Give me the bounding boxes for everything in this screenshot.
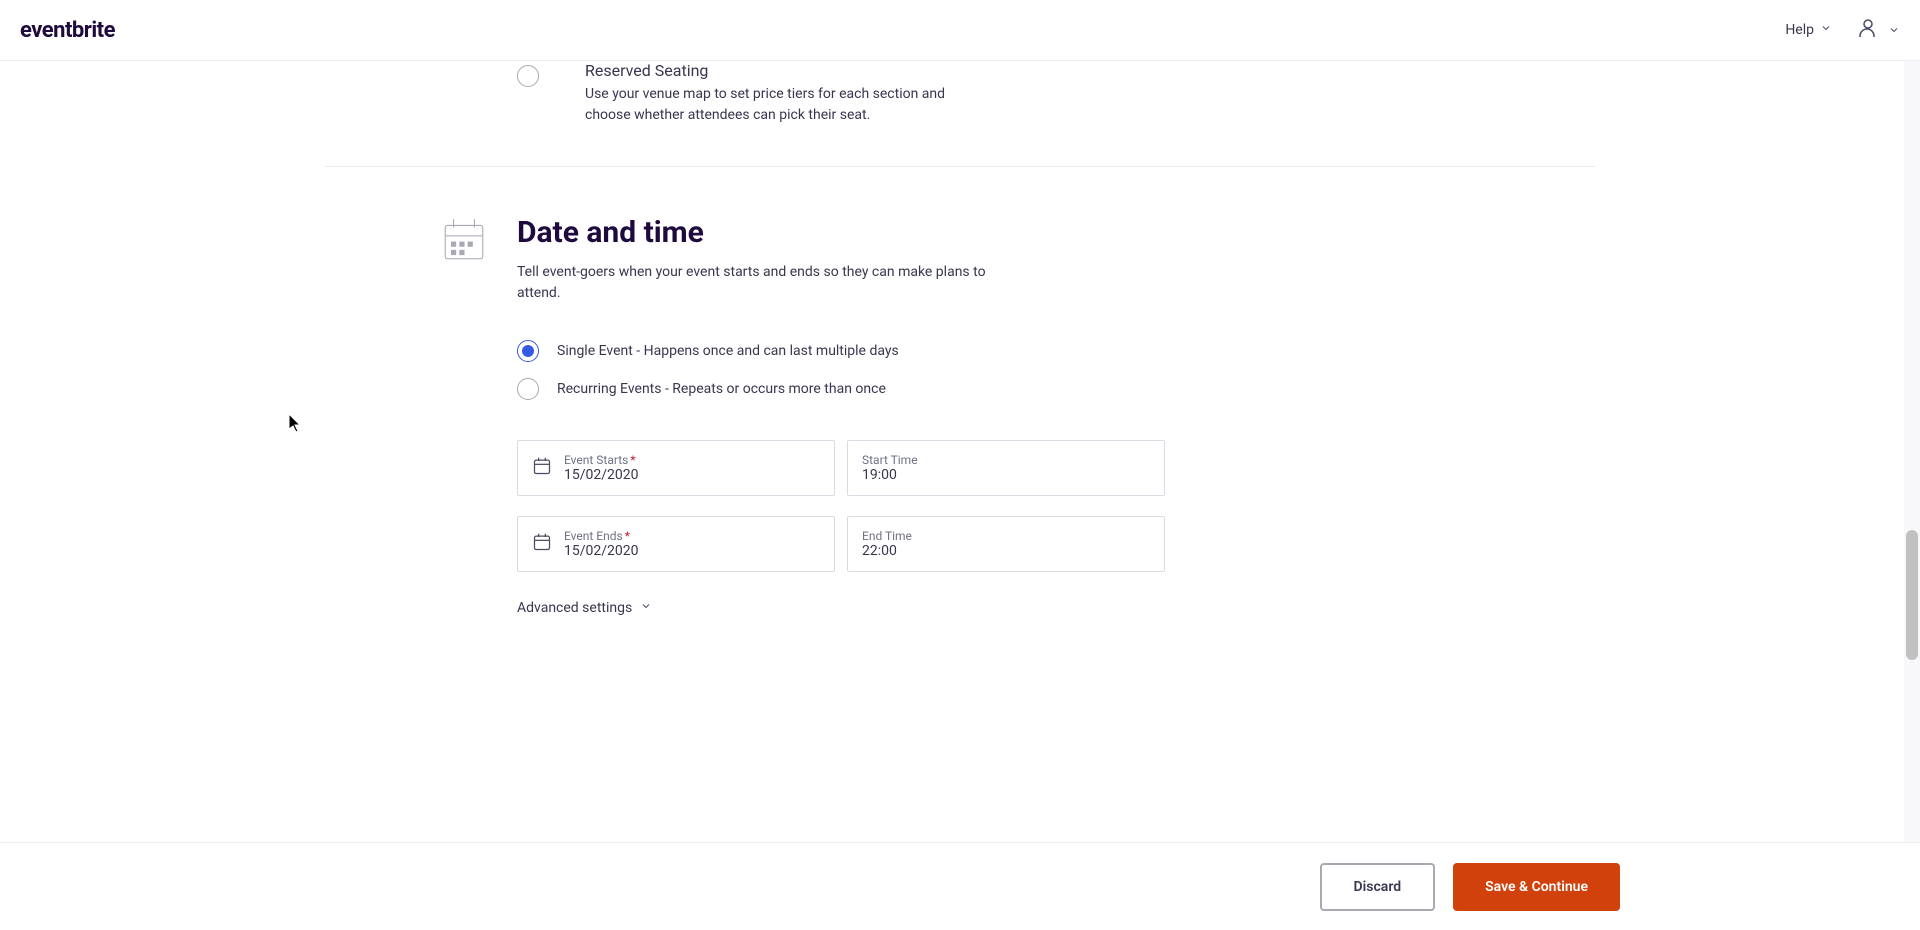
advanced-settings-label: Advanced settings — [517, 600, 632, 616]
event-starts-label: Event Starts * — [564, 453, 820, 467]
input-inner: Event Ends * 15/02/2020 — [564, 529, 820, 559]
scrollbar-thumb[interactable] — [1906, 530, 1918, 660]
radio-inner-dot — [522, 345, 534, 357]
help-label: Help — [1785, 22, 1814, 38]
radio-single-label: Single Event - Happens once and can last… — [557, 343, 899, 359]
event-ends-value: 15/02/2020 — [564, 543, 820, 559]
event-type-radio-group: Single Event - Happens once and can last… — [517, 340, 1177, 400]
chevron-down-icon — [1820, 22, 1832, 38]
chevron-down-icon — [1888, 21, 1900, 40]
cursor-icon — [289, 414, 305, 438]
seating-text: Reserved Seating Use your venue map to s… — [585, 61, 1596, 126]
content-wrapper: Reserved Seating Use your venue map to s… — [324, 61, 1596, 842]
required-star: * — [630, 453, 635, 467]
event-ends-field[interactable]: Event Ends * 15/02/2020 — [517, 516, 835, 572]
seating-description: Use your venue map to set price tiers fo… — [585, 84, 975, 126]
radio-recurring-label: Recurring Events - Repeats or occurs mor… — [557, 381, 886, 397]
event-starts-field[interactable]: Event Starts * 15/02/2020 — [517, 440, 835, 496]
start-row: Event Starts * 15/02/2020 Start Time 19:… — [517, 440, 1177, 496]
start-time-value: 19:00 — [862, 467, 1150, 483]
event-ends-label: Event Ends * — [564, 529, 820, 543]
header-right: Help — [1785, 16, 1900, 44]
seating-section: Reserved Seating Use your venue map to s… — [324, 61, 1596, 167]
date-time-section: Date and time Tell event-goers when your… — [324, 167, 1596, 616]
reserved-seating-radio-col — [517, 61, 557, 126]
chevron-down-icon — [640, 600, 652, 616]
input-inner: Start Time 19:00 — [862, 453, 1150, 483]
left-spacer — [324, 61, 489, 126]
required-star: * — [625, 529, 630, 543]
footer-bar: Discard Save & Continue — [0, 842, 1920, 930]
user-icon — [1856, 16, 1880, 44]
start-time-field[interactable]: Start Time 19:00 — [847, 440, 1165, 496]
calendar-section-icon — [439, 215, 489, 265]
end-time-label: End Time — [862, 529, 1150, 543]
end-time-value: 22:00 — [862, 543, 1150, 559]
calendar-icon — [532, 532, 552, 556]
radio-single-event[interactable] — [517, 340, 539, 362]
seating-title: Reserved Seating — [585, 61, 1596, 80]
save-continue-button[interactable]: Save & Continue — [1453, 863, 1620, 911]
end-row: Event Ends * 15/02/2020 End Time 22:00 — [517, 516, 1177, 572]
logo-text: eventbrite — [20, 18, 115, 43]
reserved-seating-radio[interactable] — [517, 65, 539, 87]
start-time-label: Start Time — [862, 453, 1150, 467]
advanced-settings-toggle[interactable]: Advanced settings — [517, 600, 1177, 616]
calendar-icon — [532, 456, 552, 480]
event-starts-value: 15/02/2020 — [564, 467, 820, 483]
user-menu[interactable] — [1856, 16, 1900, 44]
date-time-description: Tell event-goers when your event starts … — [517, 262, 987, 304]
input-inner: Event Starts * 15/02/2020 — [564, 453, 820, 483]
header-bar: eventbrite Help — [0, 0, 1920, 61]
radio-recurring-event[interactable] — [517, 378, 539, 400]
radio-recurring-event-row: Recurring Events - Repeats or occurs mor… — [517, 378, 1177, 400]
discard-button[interactable]: Discard — [1320, 863, 1436, 911]
logo[interactable]: eventbrite — [20, 18, 115, 43]
radio-single-event-row: Single Event - Happens once and can last… — [517, 340, 1177, 362]
date-time-heading: Date and time — [517, 215, 1177, 250]
end-time-field[interactable]: End Time 22:00 — [847, 516, 1165, 572]
date-inputs: Event Starts * 15/02/2020 Start Time 19:… — [517, 440, 1177, 572]
date-content: Date and time Tell event-goers when your… — [517, 215, 1177, 616]
help-link[interactable]: Help — [1785, 22, 1832, 38]
scrollbar[interactable] — [1904, 61, 1920, 842]
input-inner: End Time 22:00 — [862, 529, 1150, 559]
